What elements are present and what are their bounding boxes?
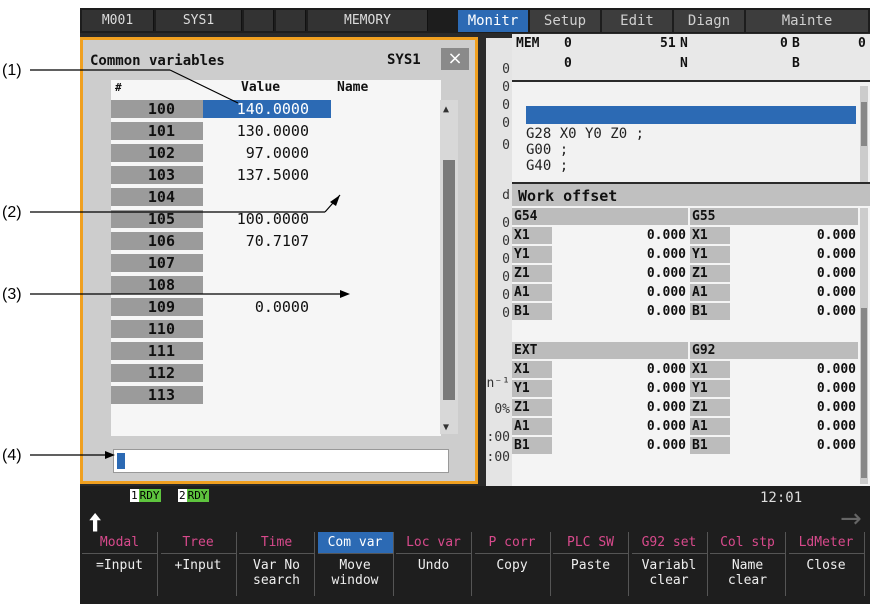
leader-1b xyxy=(169,69,239,104)
leader-4-arrow xyxy=(105,451,115,459)
leader-3-arrow xyxy=(340,290,350,298)
callout-leaders xyxy=(30,69,350,459)
